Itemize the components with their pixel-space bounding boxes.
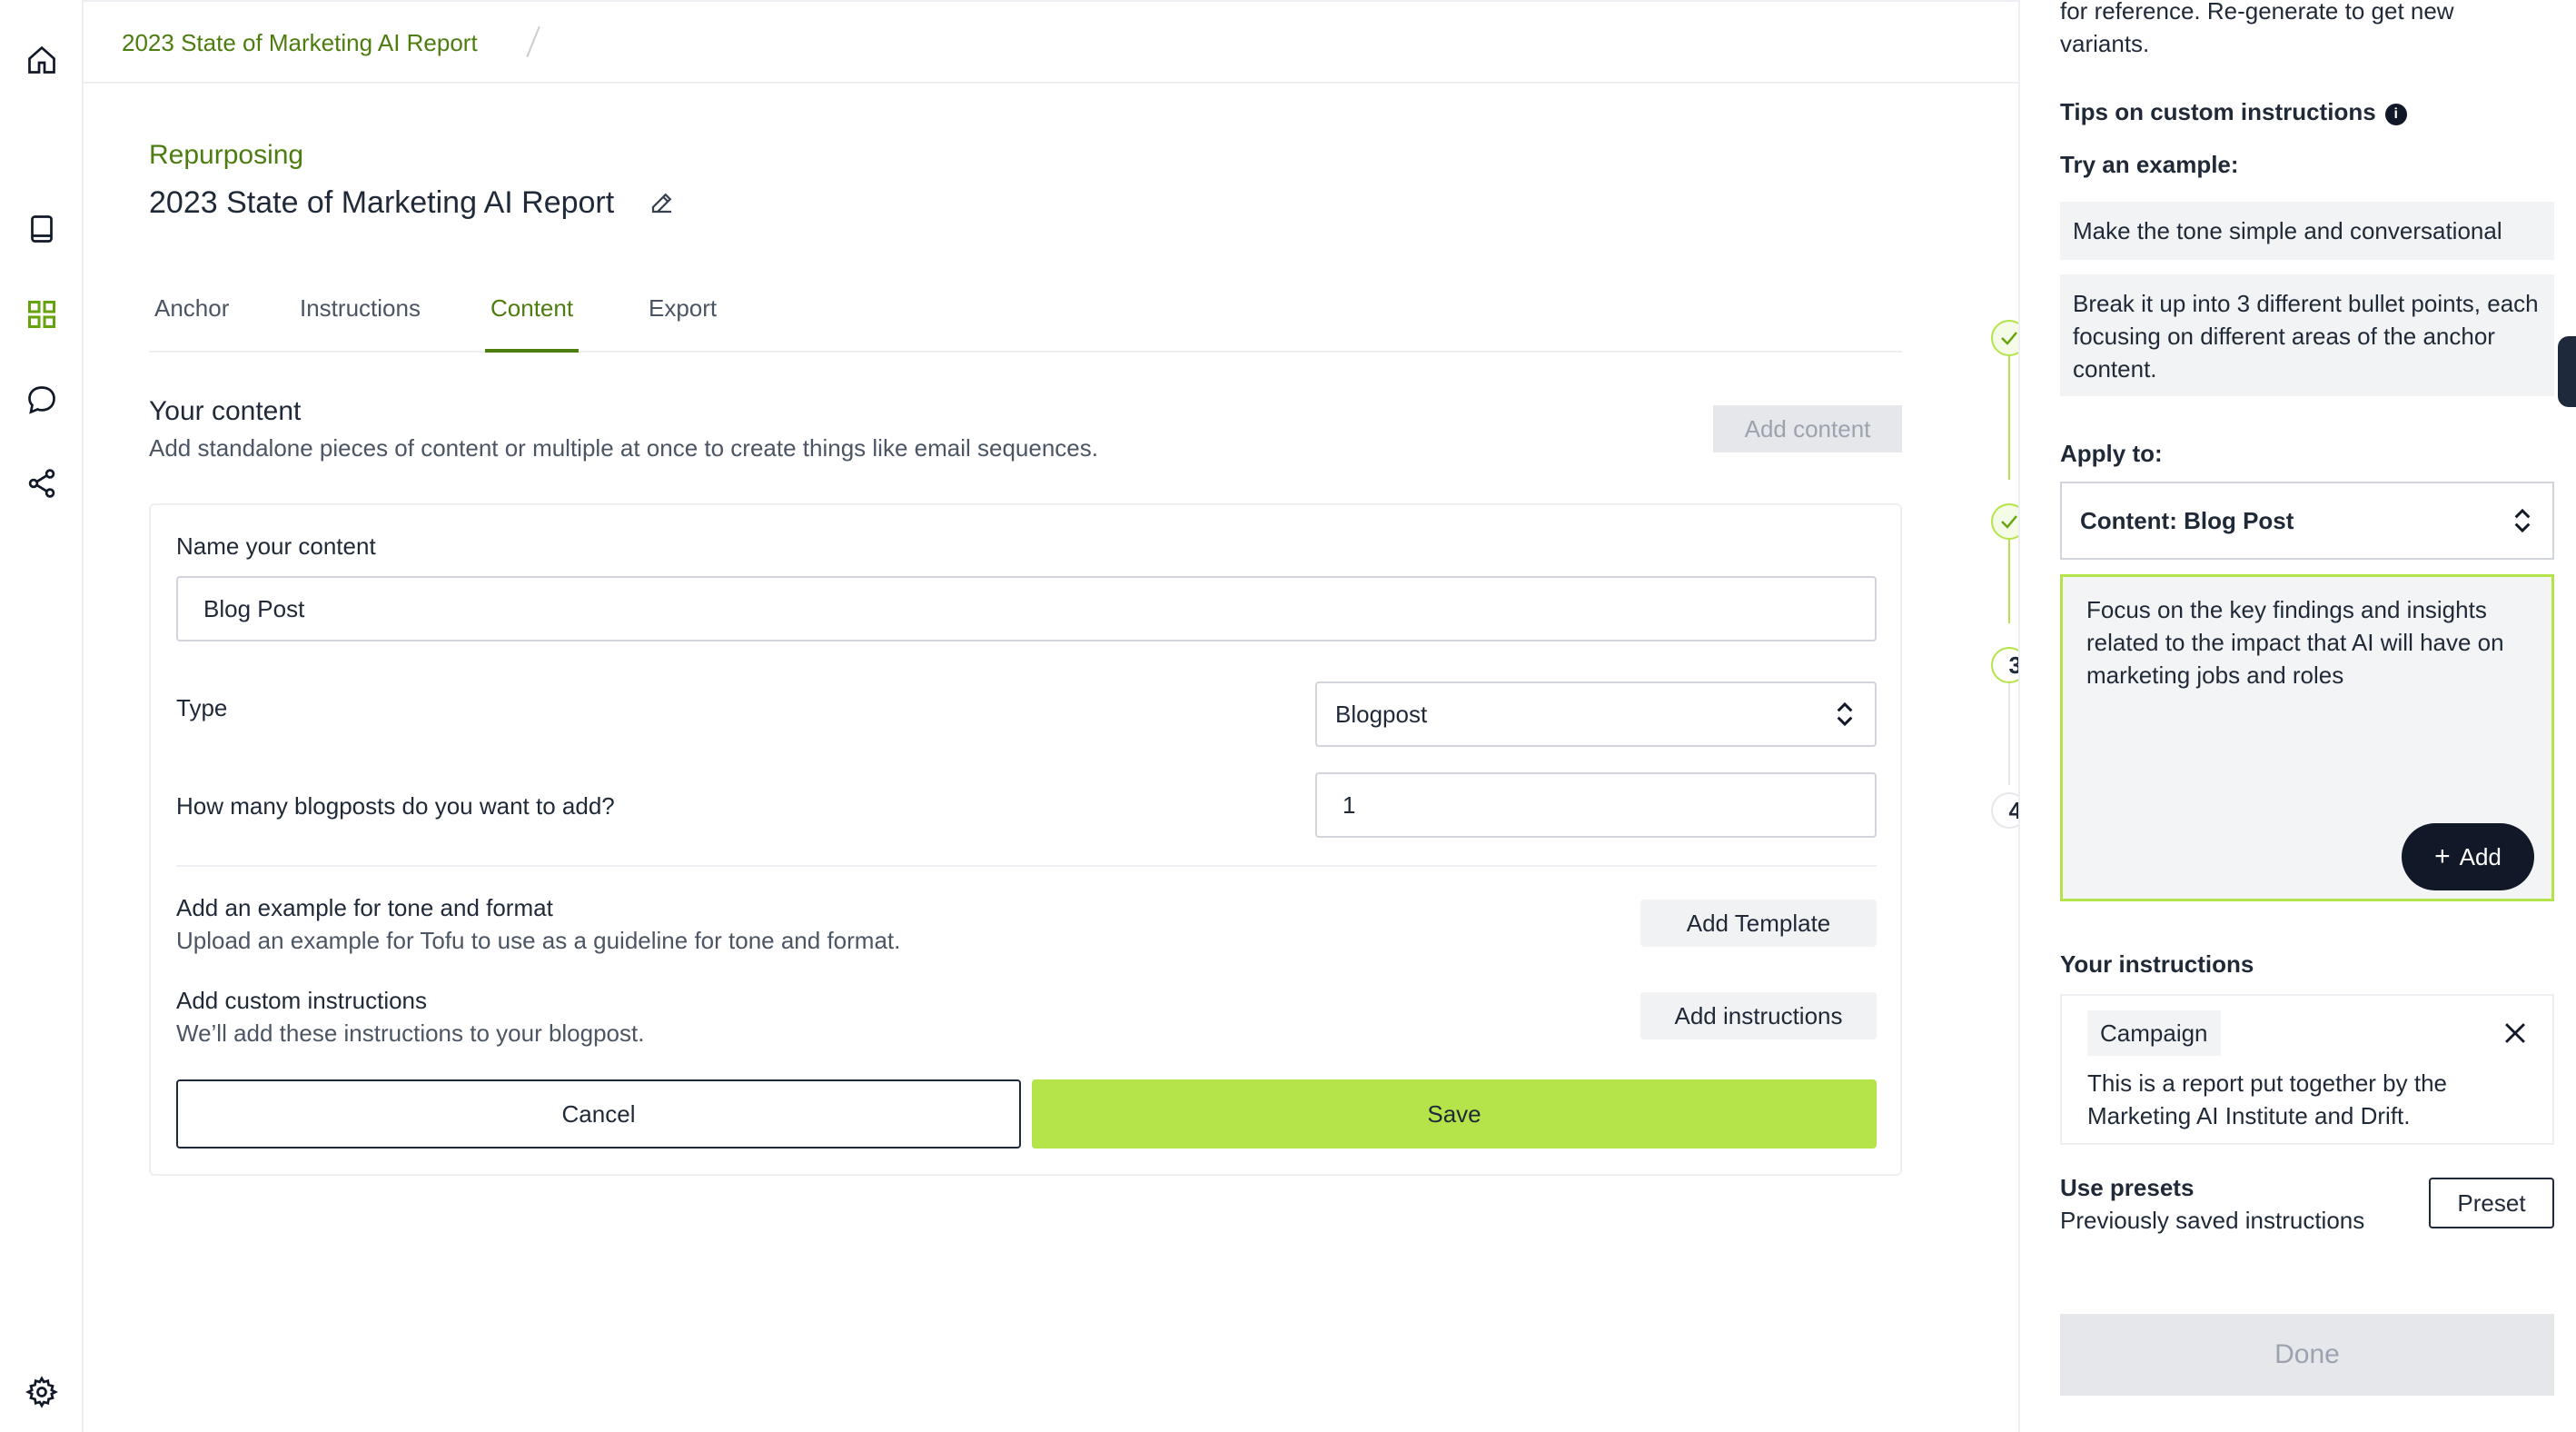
step-connector	[2008, 540, 2010, 623]
type-select-value: Blogpost	[1335, 700, 1428, 728]
content-form-card: Name your content Blog Post Type Blogpos…	[149, 503, 1902, 1176]
tab-instructions[interactable]: Instructions	[294, 294, 426, 353]
example-sublabel: Upload an example for Tofu to use as a g…	[176, 927, 901, 954]
checkmark-icon	[2001, 332, 2017, 345]
content-subtitle: Add standalone pieces of content or mult…	[149, 434, 1098, 462]
step-connector	[2008, 356, 2010, 480]
your-instructions-heading: Your instructions	[2060, 950, 2254, 978]
custom-instructions-sublabel: We’ll add these instructions to your blo…	[176, 1019, 645, 1047]
tab-export[interactable]: Export	[643, 294, 722, 353]
name-label: Name your content	[176, 532, 376, 560]
custom-instructions-panel: for reference. Re-generate to get new va…	[2018, 0, 2576, 1432]
instruction-tag: Campaign	[2087, 1010, 2221, 1056]
home-icon[interactable]	[24, 42, 60, 78]
top-bar: 2023 State of Marketing AI Report	[84, 0, 2018, 84]
section-label: Repurposing	[149, 140, 304, 170]
close-icon[interactable]	[2500, 1018, 2531, 1049]
breadcrumb-campaign[interactable]: 2023 State of Marketing AI Report	[122, 29, 478, 57]
add-template-button[interactable]: Add Template	[1640, 900, 1877, 947]
type-label: Type	[176, 694, 228, 721]
settings-gear-icon[interactable]	[24, 1374, 60, 1410]
tips-heading: Tips on custom instructions i	[2060, 98, 2407, 126]
help-widget-tab[interactable]	[2558, 336, 2576, 407]
tab-bar: Anchor Instructions Content Export	[149, 287, 1902, 353]
cancel-button[interactable]: Cancel	[176, 1079, 1021, 1149]
presets-subtitle: Previously saved instructions	[2060, 1207, 2365, 1234]
example-suggestion[interactable]: Make the tone simple and conversational	[2060, 202, 2554, 260]
select-chevron-icon	[2514, 508, 2531, 533]
breadcrumb-separator	[526, 25, 540, 58]
left-nav-rail	[0, 0, 84, 1432]
add-content-button[interactable]: Add content	[1713, 405, 1902, 452]
tips-heading-text: Tips on custom instructions	[2060, 98, 2376, 125]
done-button[interactable]: Done	[2060, 1314, 2554, 1396]
chat-icon[interactable]	[24, 382, 60, 418]
apply-to-label: Apply to:	[2060, 440, 2163, 467]
preset-button[interactable]: Preset	[2429, 1178, 2554, 1228]
try-example-label: Try an example:	[2060, 151, 2239, 178]
add-instruction-button[interactable]: + Add	[2402, 823, 2534, 890]
add-instructions-button[interactable]: Add instructions	[1640, 992, 1877, 1039]
tab-anchor[interactable]: Anchor	[149, 294, 234, 353]
count-label: How many blogposts do you want to add?	[176, 792, 615, 820]
custom-instructions-label: Add custom instructions	[176, 987, 428, 1014]
add-instruction-label: Add	[2459, 842, 2502, 870]
example-suggestion[interactable]: Break it up into 3 different bullet poin…	[2060, 274, 2554, 396]
edit-pencil-icon[interactable]	[649, 189, 676, 216]
content-name-input[interactable]: Blog Post	[176, 576, 1877, 641]
tab-content[interactable]: Content	[485, 294, 580, 353]
share-icon[interactable]	[24, 465, 60, 502]
example-label: Add an example for tone and format	[176, 894, 553, 921]
saved-instruction-card: Campaign This is a report put together b…	[2060, 994, 2554, 1145]
instruction-body: This is a report put together by the Mar…	[2087, 1069, 2447, 1129]
page-title: 2023 State of Marketing AI Report	[149, 185, 615, 220]
apply-to-select[interactable]: Content: Blog Post	[2060, 482, 2554, 560]
select-chevron-icon	[1837, 701, 1853, 727]
apply-to-value: Content: Blog Post	[2080, 506, 2294, 534]
book-icon[interactable]	[24, 211, 60, 247]
form-divider	[176, 865, 1877, 867]
content-title: Your content	[149, 396, 302, 426]
panel-top-note: for reference. Re-generate to get new va…	[2060, 0, 2454, 57]
checkmark-icon	[2001, 515, 2017, 529]
grid-icon[interactable]	[24, 296, 60, 333]
step-connector	[2008, 683, 2010, 785]
info-icon[interactable]: i	[2384, 104, 2407, 125]
plus-icon: +	[2434, 841, 2451, 871]
presets-heading: Use presets	[2060, 1174, 2195, 1201]
count-input[interactable]: 1	[1315, 772, 1877, 838]
type-select[interactable]: Blogpost	[1315, 681, 1877, 747]
save-button[interactable]: Save	[1032, 1079, 1877, 1149]
